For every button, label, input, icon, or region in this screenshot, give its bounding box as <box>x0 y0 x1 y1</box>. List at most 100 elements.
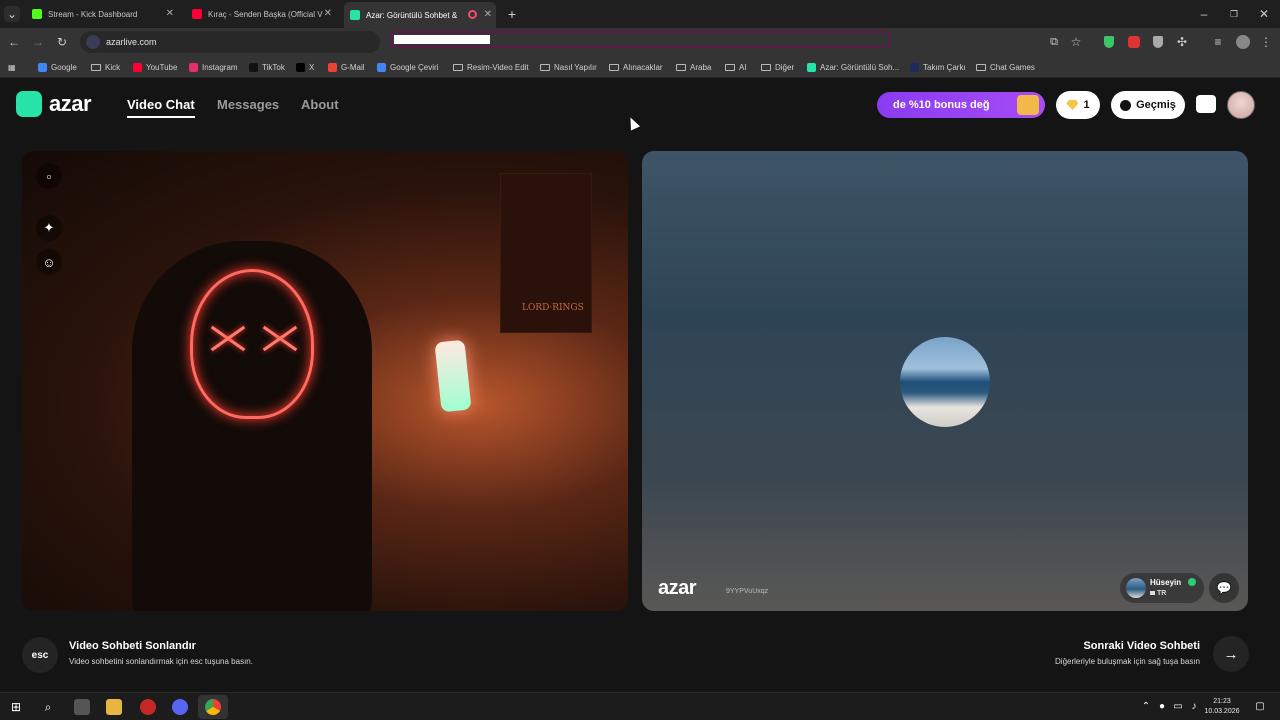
restore-icon[interactable]: ❐ <box>1226 6 1242 22</box>
next-chat-button[interactable]: → <box>1213 636 1249 672</box>
file-explorer-icon[interactable] <box>106 699 122 715</box>
bookmark-favicon-icon <box>328 62 337 72</box>
gem-balance-button[interactable]: 1 <box>1056 91 1100 119</box>
bookmark-5[interactable]: X <box>296 61 314 73</box>
media-control-icon[interactable]: ≡ <box>1210 34 1226 50</box>
poster-text: LORD·RINGS <box>522 303 584 313</box>
magic-wand-icon[interactable]: ✦ <box>36 215 62 241</box>
apps-grid-icon[interactable]: ▦ <box>8 61 16 73</box>
folder-icon <box>609 63 619 71</box>
bookmark-label: TikTok <box>262 62 285 72</box>
taskbar-date[interactable]: 10.03.2026 <box>1197 708 1247 715</box>
esc-button[interactable]: esc <box>22 637 58 673</box>
search-icon[interactable]: ⌕ <box>40 699 56 715</box>
bookmark-label: Resim-Video Edit <box>467 62 529 72</box>
bookmark-9[interactable]: Nasıl Yapılır <box>540 61 597 73</box>
bookmark-label: AI <box>739 62 747 72</box>
taskbar-time[interactable]: 21:23 <box>1197 698 1247 705</box>
bookmark-label: Google Çeviri <box>390 62 439 72</box>
shield-extension-icon[interactable] <box>1104 36 1114 48</box>
bookmark-favicon-icon <box>249 62 258 72</box>
overlay-bar <box>394 35 490 44</box>
nav-video-chat[interactable]: Video Chat <box>127 97 195 112</box>
image-placeholder-icon[interactable]: ▫ <box>36 163 62 189</box>
minimize-icon[interactable]: – <box>1196 6 1212 22</box>
face-filter-icon[interactable]: ☺ <box>36 249 62 275</box>
bookmark-10[interactable]: Alınacaklar <box>609 61 663 73</box>
bookmark-label: Nasıl Yapılır <box>554 62 597 72</box>
back-icon[interactable]: ← <box>6 34 22 50</box>
network-icon[interactable]: ▭ <box>1170 699 1186 715</box>
folder-icon <box>676 63 686 71</box>
chrome-icon[interactable] <box>205 699 221 715</box>
bookmark-label: Araba <box>690 62 712 72</box>
bookmark-15[interactable]: Takım Çarkı <box>910 61 966 73</box>
bookmark-4[interactable]: TikTok <box>249 61 285 73</box>
nav-active-indicator <box>127 116 195 118</box>
azar-logo-icon[interactable] <box>16 91 42 117</box>
windows-start-icon[interactable]: ⊞ <box>8 699 24 715</box>
bookmark-label: Google <box>51 62 77 72</box>
reload-icon[interactable]: ↻ <box>54 34 70 50</box>
close-icon[interactable]: ✕ <box>166 8 174 19</box>
youtube-favicon-icon <box>192 9 202 19</box>
bookmark-13[interactable]: Diğer <box>761 61 794 73</box>
discord-icon[interactable] <box>172 699 188 715</box>
kick-favicon-icon <box>32 9 42 19</box>
bookmark-1[interactable]: Kick <box>91 61 120 73</box>
history-label: Geçmiş <box>1136 99 1176 111</box>
peer-user-chip[interactable]: Hüseyin TR <box>1120 573 1204 603</box>
bookmark-favicon-icon <box>38 62 47 72</box>
task-view-icon[interactable] <box>74 699 90 715</box>
tray-chevron-icon[interactable]: ⌃ <box>1138 699 1154 715</box>
nav-about[interactable]: About <box>301 97 339 112</box>
self-video: LORD·RINGS ▫ ✦ ☺ <box>22 151 628 611</box>
bookmark-12[interactable]: AI <box>725 61 747 73</box>
profile-icon[interactable] <box>1236 35 1250 49</box>
bookmark-6[interactable]: G-Mail <box>328 61 365 73</box>
avatar[interactable] <box>1227 91 1255 119</box>
tab-search-button[interactable]: ⌄ <box>4 6 20 22</box>
bookmark-star-icon[interactable]: ☆ <box>1068 34 1084 50</box>
shop-icon[interactable] <box>1196 95 1216 113</box>
extensions-puzzle-icon[interactable]: ✣ <box>1174 34 1190 50</box>
bookmark-8[interactable]: Resim-Video Edit <box>453 61 529 73</box>
tab-youtube-video[interactable]: Kıraç - Senden Başka (Official V ✕ <box>186 4 336 24</box>
address-bar[interactable]: azarlive.com <box>80 31 380 53</box>
history-button[interactable]: Geçmiş <box>1111 91 1185 119</box>
tab-title: Azar: Görüntülü Sohbet & <box>366 10 458 20</box>
azar-logo-text[interactable]: azar <box>49 91 92 117</box>
bonus-banner[interactable]: de %10 bonus değ <box>877 92 1045 118</box>
app-red-icon[interactable] <box>140 699 156 715</box>
window-close-icon[interactable]: ✕ <box>1256 6 1272 22</box>
bookmark-3[interactable]: Instagram <box>189 61 238 73</box>
bookmark-16[interactable]: Chat Games <box>976 61 1035 73</box>
bookmarks-bar: ▦ Google Kick YouTube Instagram TikTok X G-Mai… <box>0 56 1280 78</box>
notification-icon[interactable]: ▢ <box>1252 699 1268 715</box>
bookmark-favicon-icon <box>910 62 919 72</box>
folder-icon <box>540 63 550 71</box>
new-tab-button[interactable]: + <box>504 6 520 22</box>
flag-icon <box>1150 591 1155 595</box>
install-app-icon[interactable]: ⧉ <box>1046 34 1062 50</box>
bookmark-11[interactable]: Araba <box>676 61 711 73</box>
nav-messages[interactable]: Messages <box>217 97 279 112</box>
bookmark-7[interactable]: Google Çeviri <box>377 61 438 73</box>
extension-red-icon[interactable] <box>1128 36 1140 48</box>
bookmark-favicon-icon <box>296 62 305 72</box>
microphone-icon[interactable]: ● <box>1154 699 1170 715</box>
close-icon[interactable]: ✕ <box>324 8 332 19</box>
tab-azar[interactable]: Azar: Görüntülü Sohbet & ✕ <box>344 2 496 28</box>
bookmark-2[interactable]: YouTube <box>133 61 177 73</box>
privacy-badger-icon[interactable] <box>1153 36 1163 48</box>
forward-icon[interactable]: → <box>30 34 46 50</box>
bookmark-14[interactable]: Azar: Görüntülü Soh... <box>807 61 899 73</box>
menu-kebab-icon[interactable]: ⋮ <box>1258 34 1274 50</box>
tab-kick-dashboard[interactable]: Stream - Kick Dashboard ✕ <box>26 4 178 24</box>
site-info-icon[interactable] <box>86 35 100 49</box>
chat-bubble-button[interactable]: 💬 <box>1209 573 1239 603</box>
bookmark-0[interactable]: Google <box>38 61 77 73</box>
tab-title: Kıraç - Senden Başka (Official V <box>208 9 323 19</box>
close-icon[interactable]: ✕ <box>484 9 492 20</box>
folder-icon <box>976 63 986 71</box>
